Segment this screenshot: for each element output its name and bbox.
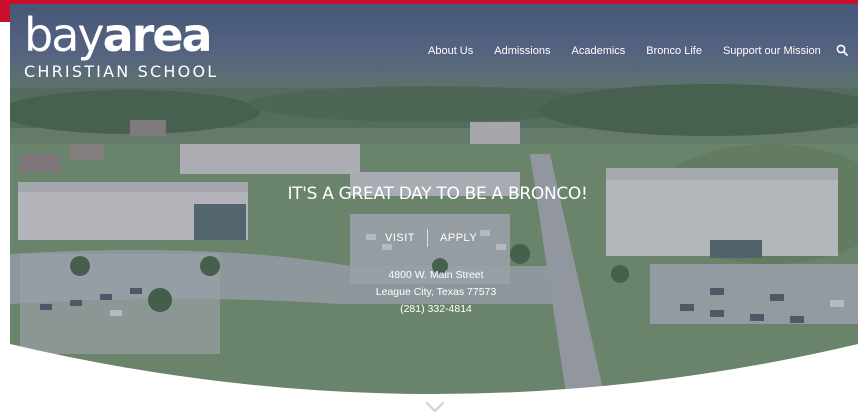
logo-word-light: bay — [24, 8, 105, 62]
brand-stripe — [0, 0, 858, 4]
main-nav: About Us Admissions Academics Bronco Lif… — [428, 45, 842, 57]
nav-admissions[interactable]: Admissions — [494, 45, 550, 57]
hero-cta-group: VISIT APPLY — [373, 229, 489, 247]
logo-wordmark: bayarea — [24, 12, 218, 58]
logo-word-bold: area — [102, 8, 213, 62]
phone-number[interactable]: (281) 332-4814 — [352, 301, 520, 318]
address-city: League City, Texas 77573 — [375, 286, 497, 298]
apply-button[interactable]: APPLY — [428, 229, 489, 247]
chevron-down-icon[interactable] — [424, 400, 446, 414]
visit-button[interactable]: VISIT — [373, 229, 429, 247]
nav-academics[interactable]: Academics — [572, 45, 626, 57]
nav-bronco-life[interactable]: Bronco Life — [646, 45, 702, 57]
nav-support-our-mission[interactable]: Support our Mission — [723, 45, 821, 57]
school-address: 4800 W. Main Street League City, Texas 7… — [352, 267, 520, 318]
hero-headline: IT'S A GREAT DAY TO BE A BRONCO! — [287, 184, 588, 204]
page: bayarea CHRISTIAN SCHOOL About Us Admiss… — [0, 0, 858, 420]
nav-about-us[interactable]: About Us — [428, 45, 473, 57]
logo-subtitle: CHRISTIAN SCHOOL — [24, 62, 219, 81]
site-logo[interactable]: bayarea CHRISTIAN SCHOOL — [24, 12, 218, 81]
address-street: 4800 W. Main Street — [388, 269, 484, 281]
search-icon[interactable] — [836, 44, 848, 56]
brand-corner-tab — [0, 0, 10, 22]
